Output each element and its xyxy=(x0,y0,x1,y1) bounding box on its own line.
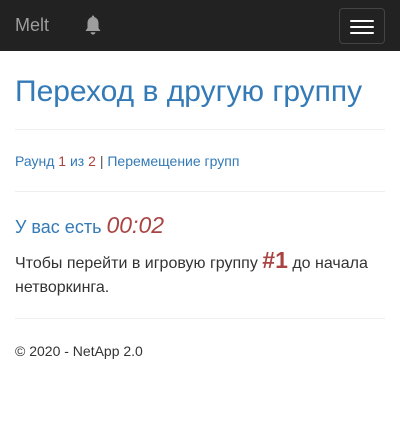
main-content: Переход в другую группу Раунд 1 из 2 | П… xyxy=(0,75,400,361)
hamburger-menu-icon xyxy=(350,20,374,22)
copyright-text: © 2020 - NetApp 2.0 xyxy=(15,343,143,359)
bell-icon[interactable] xyxy=(83,15,103,37)
timer-label: У вас есть xyxy=(15,217,102,237)
brand-link[interactable]: Melt xyxy=(15,15,49,35)
divider xyxy=(15,191,385,192)
page-title: Переход в другую группу xyxy=(15,75,363,108)
target-group-number: #1 xyxy=(262,247,288,273)
group-moves-link[interactable]: Перемещение групп xyxy=(107,153,239,169)
group-instructions: Чтобы перейти в игровую группу #1 до нач… xyxy=(15,248,385,300)
round-current: 1 xyxy=(58,153,67,169)
round-prefix: Раунд xyxy=(15,153,55,169)
info-before: Чтобы перейти в игровую группу xyxy=(15,255,258,272)
divider xyxy=(15,129,385,130)
footer: © 2020 - NetApp 2.0 xyxy=(15,341,385,361)
round-of-label: из xyxy=(69,153,85,169)
round-separator: | xyxy=(99,153,104,169)
countdown-timer: 00:02 xyxy=(106,212,165,238)
top-navbar: Melt xyxy=(0,0,400,51)
divider xyxy=(15,318,385,319)
round-total: 2 xyxy=(88,153,96,169)
menu-toggle-button[interactable] xyxy=(339,8,385,44)
round-info: Раунд 1 из 2 | Перемещение групп xyxy=(15,151,385,171)
timer-line: У вас есть 00:02 xyxy=(15,213,385,239)
